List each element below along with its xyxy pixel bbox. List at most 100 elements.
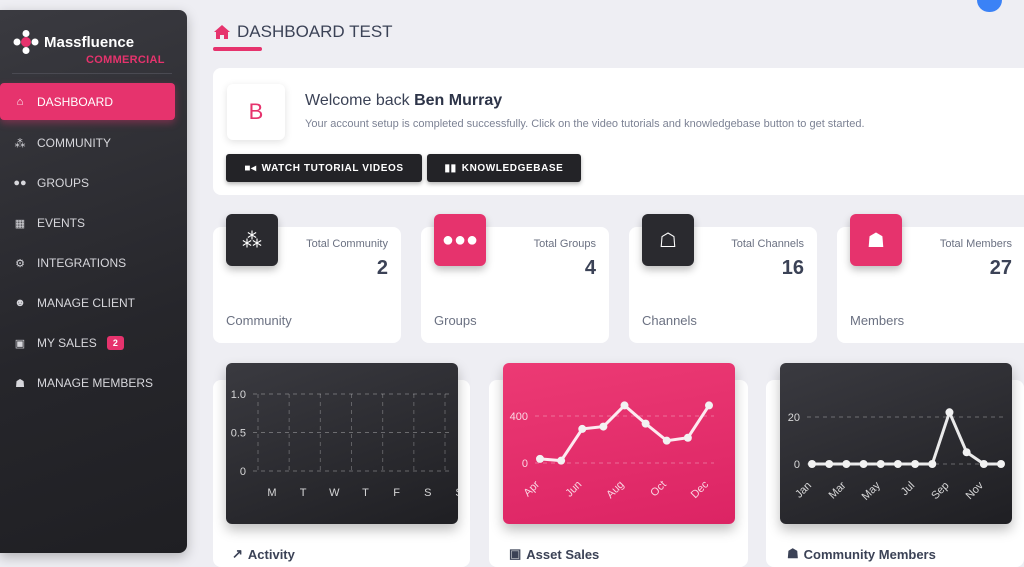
stat-label: Total Channels [731, 238, 804, 250]
divider [12, 73, 172, 74]
trend-icon: ↗ [232, 546, 243, 561]
logo-icon [13, 30, 39, 54]
welcome-heading: Welcome back Ben Murray [305, 92, 502, 110]
stat-value: 2 [376, 257, 388, 279]
stat-value: 4 [584, 257, 596, 279]
members-icon: ☗ [787, 546, 799, 561]
data-point [599, 422, 608, 431]
avatar: B [227, 84, 285, 140]
asset-sales-title: ▣ Asset Sales [509, 546, 599, 562]
logo[interactable]: Massfluence [12, 30, 134, 54]
series-line [812, 408, 1001, 466]
sidebar-item-dashboard[interactable]: ⌂ DASHBOARD [0, 83, 175, 120]
sales-icon: ▣ [509, 546, 522, 561]
x-tick-label: Sep [929, 480, 951, 502]
stat-card-community[interactable]: ⁂ Total Community 2 Community [213, 214, 401, 343]
greeting: Welcome back [305, 92, 410, 109]
sidebar-nav: ⌂ DASHBOARD ⁂ COMMUNITY ●● GROUPS ▦ EVENTS ⚙… [0, 83, 187, 403]
sidebar-item-community[interactable]: ⁂ COMMUNITY [0, 123, 187, 163]
sidebar-item-manage-client[interactable]: ☻ MANAGE CLIENT [0, 283, 187, 323]
clients-icon: ☻ [14, 297, 26, 309]
y-tick-label: 0 [794, 459, 800, 471]
x-tick-label: Jun [563, 479, 584, 500]
button-label: KNOWLEDGEBASE [461, 162, 564, 174]
asset-sales-chart: 0 400 Apr Jun Aug Oct Dec [503, 363, 735, 524]
watch-tutorial-button[interactable]: ■◂ WATCH TUTORIAL VIDEOS [226, 154, 422, 182]
sidebar-item-label: EVENTS [37, 216, 86, 230]
button-label: WATCH TUTORIAL VIDEOS [261, 162, 404, 174]
data-point [876, 460, 885, 468]
stat-footer: Channels [642, 313, 697, 328]
data-point [578, 424, 587, 433]
welcome-card: B Welcome back Ben Murray Your account s… [213, 68, 1024, 195]
sidebar-item-label: COMMUNITY [37, 136, 111, 150]
stat-footer: Groups [434, 313, 477, 328]
stat-value: 27 [989, 257, 1012, 279]
x-tick-label: May [860, 479, 884, 503]
community-members-chart: 0 20 Jan Mar May Jul Sep Nov [780, 363, 1012, 524]
community-icon: ⁂ [226, 214, 278, 266]
x-tick-label: Nov [964, 479, 987, 502]
groups-icon: ●●● [434, 214, 486, 266]
sidebar-item-manage-members[interactable]: ☗ MANAGE MEMBERS [0, 363, 187, 403]
brand-sub: COMMERCIAL [86, 54, 165, 66]
sidebar-item-my-sales[interactable]: ▣ MY SALES 2 [0, 323, 187, 363]
community-icon: ⁂ [14, 137, 26, 150]
chart-title: Asset Sales [526, 546, 600, 562]
x-tick-label: T [300, 487, 307, 499]
chart-title: Activity [247, 546, 295, 562]
user-indicator[interactable] [977, 0, 1002, 12]
activity-chart: 0 0.5 1.0 M T W T F S S [226, 363, 463, 524]
stat-card-members[interactable]: ☗ Total Members 27 Members [837, 214, 1024, 343]
sidebar-item-integrations[interactable]: ⚙ INTEGRATIONS [0, 243, 187, 283]
sales-icon: ▣ [14, 337, 26, 350]
brand-name: Massfluence [44, 33, 135, 51]
video-icon: ■◂ [244, 162, 257, 174]
x-tick-label: S [455, 487, 458, 499]
y-tick-label: 0 [240, 466, 246, 478]
stat-label: Total Groups [533, 238, 596, 250]
data-point [641, 419, 650, 428]
sidebar-item-label: DASHBOARD [37, 94, 114, 109]
sidebar-item-label: MY SALES [37, 336, 97, 350]
members-icon: ☗ [15, 377, 25, 390]
x-tick-label: W [329, 487, 340, 499]
knowledgebase-button[interactable]: ▮▮ KNOWLEDGEBASE [427, 154, 581, 182]
sidebar: Massfluence COMMERCIAL ⌂ DASHBOARD ⁂ COMMU… [0, 10, 187, 553]
data-point [928, 460, 937, 468]
activity-title: ↗ Activity [232, 546, 295, 562]
calendar-icon: ▦ [14, 217, 26, 230]
stat-footer: Members [850, 313, 905, 328]
sidebar-item-label: MANAGE CLIENT [37, 296, 136, 310]
stat-label: Total Community [306, 238, 388, 250]
data-point [662, 436, 671, 445]
stat-footer: Community [226, 313, 292, 328]
sidebar-item-label: MANAGE MEMBERS [37, 376, 154, 390]
stat-card-channels[interactable]: ☖ Total Channels 16 Channels [629, 214, 817, 343]
x-tick-label: Aug [604, 479, 626, 501]
y-tick-label: 400 [510, 411, 528, 423]
data-point [962, 448, 971, 457]
sidebar-item-groups[interactable]: ●● GROUPS [0, 163, 187, 203]
data-point [945, 408, 954, 417]
x-tick-label: Jul [899, 480, 917, 498]
x-tick-label: F [393, 487, 400, 499]
data-point [893, 460, 902, 468]
x-tick-label: Oct [648, 479, 669, 500]
welcome-message: Your account setup is completed successf… [305, 118, 865, 130]
title-underline [213, 47, 262, 51]
data-point [808, 460, 816, 468]
sidebar-item-events[interactable]: ▦ EVENTS [0, 203, 187, 243]
y-tick-label: 1.0 [231, 389, 246, 401]
sales-badge: 2 [106, 336, 124, 350]
groups-icon: ●● [13, 177, 27, 189]
chart-title: Community Members [803, 546, 936, 562]
page-title: DASHBOARD TEST [213, 22, 393, 42]
stat-card-groups[interactable]: ●●● Total Groups 4 Groups [421, 214, 609, 343]
x-tick-label: Dec [689, 478, 712, 501]
community-members-title: ☗ Community Members [787, 546, 936, 562]
user-name: Ben Murray [414, 92, 503, 109]
x-tick-label: T [362, 487, 369, 499]
data-point [997, 460, 1005, 468]
y-tick-label: 0.5 [231, 428, 246, 440]
